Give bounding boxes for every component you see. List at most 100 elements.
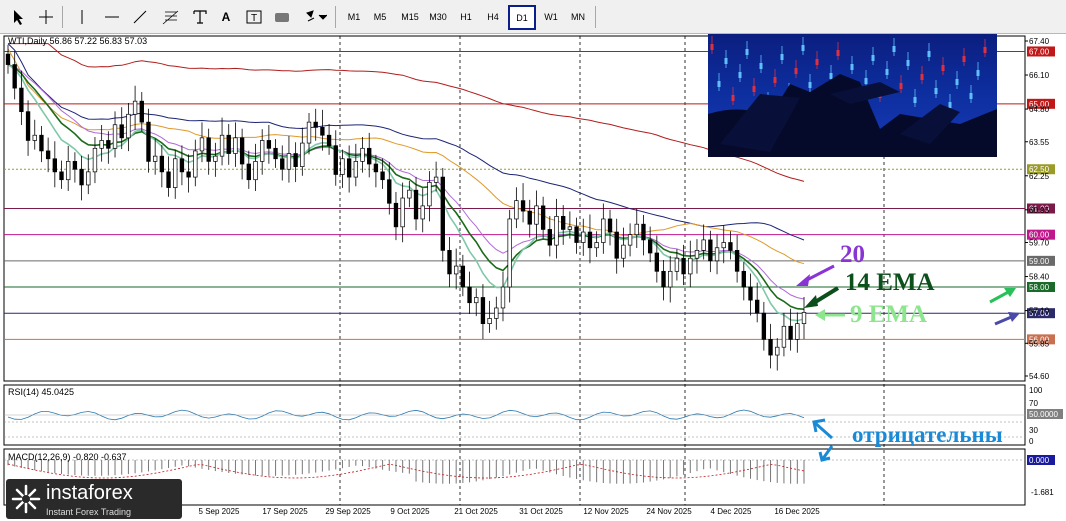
- candle-body: [126, 113, 131, 139]
- level-badge-text: 58.00: [1029, 283, 1050, 292]
- candle-body: [72, 161, 78, 170]
- tf-m1[interactable]: M1: [342, 6, 366, 28]
- candle-body: [654, 252, 660, 272]
- candle-body: [467, 286, 472, 304]
- candle-body: [708, 239, 713, 262]
- svg-text:20: 20: [840, 241, 865, 268]
- candle-body: [427, 181, 432, 207]
- price-tick: 59.70: [1029, 239, 1050, 248]
- tf-mn[interactable]: MN: [565, 6, 591, 28]
- tf-m15[interactable]: M15: [396, 6, 424, 28]
- candle-body: [607, 218, 613, 233]
- vertical-line-icon[interactable]: [72, 6, 92, 28]
- candle-body: [239, 137, 245, 165]
- candle-body: [139, 100, 144, 123]
- candle-body: [367, 147, 372, 165]
- candle-body: [574, 226, 579, 243]
- candle-body: [246, 163, 251, 181]
- candle-body: [748, 286, 753, 301]
- chart-area[interactable]: 67.0065.0062.5061.0060.0059.0058.0057.00…: [0, 34, 1066, 521]
- rsi-tick: 70: [1029, 399, 1038, 408]
- macd-low-tick: -1.681: [1031, 488, 1054, 497]
- candle-body: [453, 265, 459, 275]
- rsi-tick: 100: [1029, 386, 1043, 395]
- instaforex-logo: instaforex Instant Forex Trading: [6, 479, 182, 519]
- fibonacci-icon[interactable]: [160, 6, 182, 28]
- tf-w1[interactable]: W1: [539, 6, 563, 28]
- candle-body: [353, 161, 359, 178]
- candle-body: [286, 153, 292, 170]
- symbol-header: WTI,Daily 56.86 57.22 56.83 57.03: [8, 36, 147, 46]
- candle-body: [487, 318, 492, 325]
- candle-body: [112, 124, 118, 149]
- text-icon[interactable]: A: [216, 6, 236, 28]
- date-axis: 5 Sep 2025 17 Sep 2025 29 Sep 2025 9 Oct 20…: [199, 507, 821, 516]
- candle-body: [166, 171, 171, 188]
- candle-body: [387, 179, 392, 204]
- tf-h4[interactable]: H4: [481, 6, 505, 28]
- candle-body: [480, 297, 486, 325]
- logo-name: instaforex: [46, 482, 133, 504]
- arrows-icon[interactable]: [304, 6, 328, 28]
- candle-body: [12, 64, 17, 89]
- tf-h1[interactable]: H1: [454, 6, 478, 28]
- candle-body: [688, 257, 693, 275]
- candle-body: [186, 171, 191, 178]
- candle-body: [293, 153, 298, 167]
- price-tick: 62.25: [1029, 172, 1050, 181]
- tf-d1[interactable]: D1: [508, 5, 536, 30]
- candle-body: [39, 134, 44, 152]
- shapes-icon[interactable]: [272, 6, 292, 28]
- candle-body: [233, 137, 238, 154]
- candle-body: [755, 299, 760, 314]
- candle-body: [326, 134, 332, 147]
- candle-body: [333, 145, 338, 175]
- candle-body: [440, 176, 445, 251]
- candle-body: [728, 242, 733, 251]
- candle-body: [25, 111, 31, 141]
- crosshair-icon[interactable]: [36, 6, 56, 28]
- candle-body: [587, 231, 593, 249]
- candle-body: [106, 140, 111, 149]
- candle-body: [19, 87, 24, 113]
- candle-body: [447, 250, 452, 275]
- candle-body: [92, 147, 98, 173]
- candle-body: [346, 158, 352, 178]
- candle-body: [460, 265, 466, 288]
- date-label: 4 Dec 2025: [711, 507, 752, 516]
- price-tick: 54.60: [1029, 372, 1050, 381]
- candle-body: [540, 205, 546, 230]
- candle-body: [132, 100, 138, 115]
- cursor-icon[interactable]: [8, 6, 28, 28]
- tf-m30[interactable]: M30: [424, 6, 452, 28]
- candle-body: [179, 158, 185, 173]
- candle-body: [407, 189, 412, 199]
- date-label: 21 Oct 2025: [454, 507, 498, 516]
- horizontal-line-icon[interactable]: [102, 6, 122, 28]
- trend-line-icon[interactable]: [130, 6, 150, 28]
- candle-body: [614, 231, 619, 259]
- candle-body: [701, 239, 706, 251]
- candle-body: [400, 197, 405, 228]
- candle-body: [380, 171, 385, 181]
- price-tick: 55.85: [1029, 339, 1050, 348]
- candle-body: [681, 257, 686, 275]
- candle-body: [300, 142, 305, 167]
- price-tick: 66.10: [1029, 71, 1050, 80]
- macd-badge-text: 0.000: [1029, 456, 1050, 465]
- candle-body: [313, 121, 318, 128]
- text-tool-icon[interactable]: [190, 6, 210, 28]
- candle-body: [768, 339, 773, 356]
- level-badge-text: 67.00: [1029, 47, 1050, 56]
- tf-m5[interactable]: M5: [368, 6, 392, 28]
- candle-body: [594, 242, 599, 249]
- candle-body: [66, 161, 71, 181]
- candle-body: [393, 202, 399, 228]
- candle-body: [534, 205, 539, 225]
- date-label: 9 Oct 2025: [390, 507, 430, 516]
- price-axis: 67.0065.0062.5061.0060.0059.0058.0057.00…: [1025, 37, 1063, 497]
- svg-text:отрицательны: отрицательны: [852, 422, 1003, 447]
- label-icon[interactable]: T: [244, 6, 264, 28]
- candle-body: [173, 158, 178, 188]
- price-tick: 60.95: [1029, 206, 1050, 215]
